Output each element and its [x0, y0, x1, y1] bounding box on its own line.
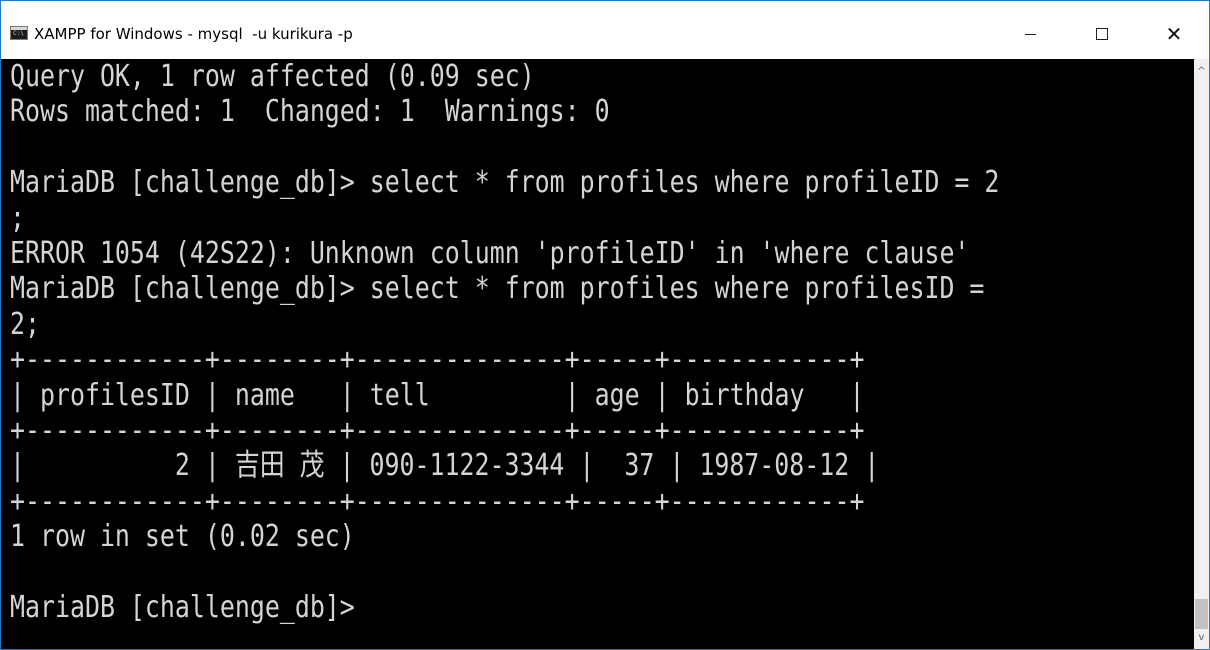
minimize-button[interactable]	[1001, 11, 1059, 57]
console-line: MariaDB [challenge_db]> select * from pr…	[10, 165, 1000, 201]
console-icon[interactable]: C:\	[10, 26, 28, 40]
scroll-thumb[interactable]	[1195, 599, 1208, 629]
table-header-row: | profilesID | name | tell | age | birth…	[10, 377, 865, 413]
scroll-up-arrow-icon[interactable]: ^	[1194, 63, 1209, 80]
window-title: XAMPP for Windows - mysql -u kurikura -p	[34, 25, 353, 43]
vertical-scrollbar[interactable]: ^ v	[1194, 59, 1209, 649]
table-border-line: +------------+--------+--------------+--…	[10, 342, 865, 378]
console-output[interactable]: Query OK, 1 row affected (0.09 sec) Rows …	[1, 59, 1194, 649]
scroll-down-arrow-icon[interactable]: v	[1194, 629, 1209, 646]
console-line: 1 row in set (0.02 sec)	[10, 519, 355, 555]
console-text: Query OK, 1 row affected (0.09 sec) Rows …	[10, 59, 999, 625]
minimize-icon	[1024, 33, 1036, 35]
title-bar[interactable]: C:\ XAMPP for Windows - mysql -u kurikur…	[1, 1, 1209, 59]
console-prompt: MariaDB [challenge_db]>	[10, 589, 355, 625]
maximize-icon	[1096, 28, 1108, 40]
console-line: ;	[10, 200, 25, 236]
console-line: 2;	[10, 306, 40, 342]
table-row: | 2 | 吉田 茂 | 090-1122-3344 | 37 | 1987-0…	[10, 448, 880, 484]
console-line: Rows matched: 1 Changed: 1 Warnings: 0	[10, 94, 610, 130]
table-border-line: +------------+--------+--------------+--…	[10, 483, 865, 519]
table-border-line: +------------+--------+--------------+--…	[10, 412, 865, 448]
console-window: C:\ XAMPP for Windows - mysql -u kurikur…	[0, 0, 1210, 650]
console-line: ERROR 1054 (42S22): Unknown column 'prof…	[10, 235, 970, 271]
console-icon-label: C:\	[13, 30, 24, 37]
close-button[interactable]: ✕	[1145, 11, 1203, 57]
console-line: Query OK, 1 row affected (0.09 sec)	[10, 59, 535, 94]
close-icon: ✕	[1165, 22, 1183, 46]
console-line: MariaDB [challenge_db]> select * from pr…	[10, 271, 985, 307]
maximize-button[interactable]	[1073, 11, 1131, 57]
